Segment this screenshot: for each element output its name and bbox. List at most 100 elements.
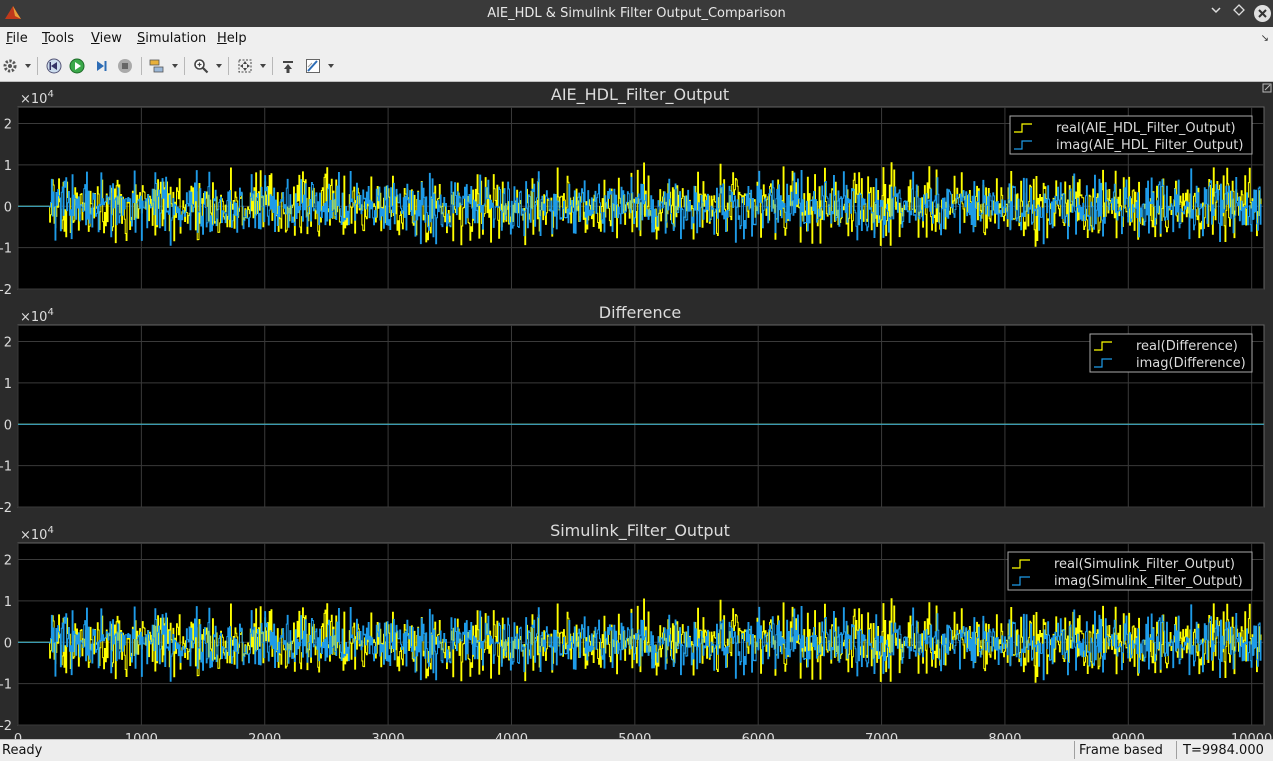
y-tick-label: -1 [0,678,12,693]
axes-title: Difference [599,303,681,322]
x-tick-label: 8000 [988,732,1021,739]
toolbar-separator [228,57,229,75]
bring-to-front-button[interactable] [279,56,299,76]
axes-2: Difference ×104 2 1 0 -1 -2 real(Difference) ima… [0,303,1265,516]
x-tick-label: 0 [14,732,22,739]
x-tick-label: 5000 [618,732,651,739]
x-tick-label: 4000 [495,732,528,739]
status-bar: Ready Frame based T=9984.000 [0,739,1273,761]
toolbar-separator [37,57,38,75]
triggers-button[interactable] [147,56,167,76]
step-back-icon [46,58,62,74]
x-tick-label: 3000 [372,732,405,739]
menu-help[interactable]: Help [217,31,247,46]
menu-tools[interactable]: Tools [42,31,74,46]
zoom-icon [194,59,209,74]
x-tick-label: 7000 [865,732,898,739]
y-tick-label: 1 [4,377,12,392]
y-exponent-base: ×10 [20,528,47,543]
zoom-button[interactable] [191,56,211,76]
y-exponent-label: ×104 [20,89,54,107]
axes-title: Simulink_Filter_Output [550,521,730,541]
status-time: T=9984.000 [1183,743,1264,758]
legend-entry: imag(AIE_HDL_Filter_Output) [1056,138,1243,153]
y-tick-label: 1 [4,595,12,610]
y-exponent-base: ×10 [20,92,47,107]
step-back-button[interactable] [44,56,64,76]
y-tick-label: -2 [0,283,12,298]
y-tick-label: 2 [4,336,12,351]
legend-entry: real(Difference) [1136,339,1238,354]
y-tick-label: -1 [0,460,12,475]
status-ready: Ready [2,743,43,758]
diamond-icon [1233,4,1245,16]
toolbar-separator [272,57,273,75]
stop-button[interactable] [115,56,135,76]
toolbar [0,52,1273,82]
y-tick-label: 1 [4,159,12,174]
menu-file[interactable]: File [6,31,28,46]
scope-plot-area: AIE_HDL_Filter_Output ×104 2 1 0 -1 -2 real(AIE… [0,82,1273,747]
axes-background [17,324,1265,508]
minimize-button[interactable] [1206,3,1226,23]
status-time-box: T=9984.000 [1176,741,1273,759]
fit-icon [238,59,252,73]
window-title: AIE_HDL & Simulink Filter Output_Compari… [487,6,786,21]
legend: real(AIE_HDL_Filter_Output) imag(AIE_HDL_… [1009,115,1253,155]
x-tick-label: 2000 [248,732,281,739]
menu-view[interactable]: View [91,31,122,46]
style-button[interactable] [303,56,323,76]
undock-axes-icon[interactable] [1262,83,1272,93]
y-exponent-base: ×10 [20,310,47,325]
settings-dropdown-icon[interactable] [25,64,31,68]
fit-to-view-button[interactable] [235,56,255,76]
legend-entry: real(AIE_HDL_Filter_Output) [1056,121,1236,136]
toolbar-separator [184,57,185,75]
y-exponent-label: ×104 [20,525,54,543]
stop-icon [118,59,132,73]
settings-button[interactable] [0,56,20,76]
y-tick-label: 0 [4,200,12,215]
chevron-down-icon [1211,7,1221,14]
axes-1: AIE_HDL_Filter_Output ×104 2 1 0 -1 -2 real(AIE… [0,85,1265,298]
close-button[interactable] [1254,5,1271,22]
y-tick-label: 2 [4,118,12,133]
zoom-dropdown-icon[interactable] [216,64,222,68]
bring-to-front-icon [283,61,293,73]
legend: real(Difference) imag(Difference) [1089,333,1253,373]
y-exponent-value: 4 [47,307,53,318]
y-tick-label: -2 [0,501,12,516]
y-exponent-value: 4 [47,89,53,100]
maximize-button[interactable] [1229,3,1249,23]
undock-icon[interactable]: ↘ [1261,33,1269,44]
y-tick-label: 0 [4,636,12,651]
status-mode: Frame based [1079,743,1163,758]
status-mode-box: Frame based [1074,741,1173,759]
legend-entry: real(Simulink_Filter_Output) [1054,557,1235,572]
style-icon [306,59,320,73]
window-titlebar: AIE_HDL & Simulink Filter Output_Compari… [0,0,1273,27]
menu-simulation[interactable]: Simulation [137,31,206,46]
run-button[interactable] [67,56,87,76]
x-tick-label: 6000 [742,732,775,739]
style-dropdown-icon[interactable] [328,64,334,68]
toolbar-separator [141,57,142,75]
x-tick-label: 1000 [125,732,158,739]
step-forward-button[interactable] [91,56,111,76]
scope-figure: AIE_HDL_Filter_Output×104210-1-2real(AIE… [0,83,1272,747]
axes-3: Simulink_Filter_Output×104210-1-20100020… [0,521,1272,747]
legend-entry: imag(Simulink_Filter_Output) [1054,574,1243,589]
run-icon [69,58,85,74]
legend-entry: imag(Difference) [1136,356,1246,371]
axes-title: AIE_HDL_Filter_Output [551,85,729,105]
settings-icon [3,59,17,73]
fit-dropdown-icon[interactable] [260,64,266,68]
y-tick-label: -2 [0,719,12,734]
triggers-icon [149,59,164,73]
y-tick-label: 0 [4,418,12,433]
triggers-dropdown-icon[interactable] [172,64,178,68]
legend: real(Simulink_Filter_Output) imag(Simulin… [1007,551,1253,591]
y-tick-label: -1 [0,242,12,257]
x-tick-label: 10000 [1231,732,1272,739]
y-exponent-value: 4 [47,525,53,536]
